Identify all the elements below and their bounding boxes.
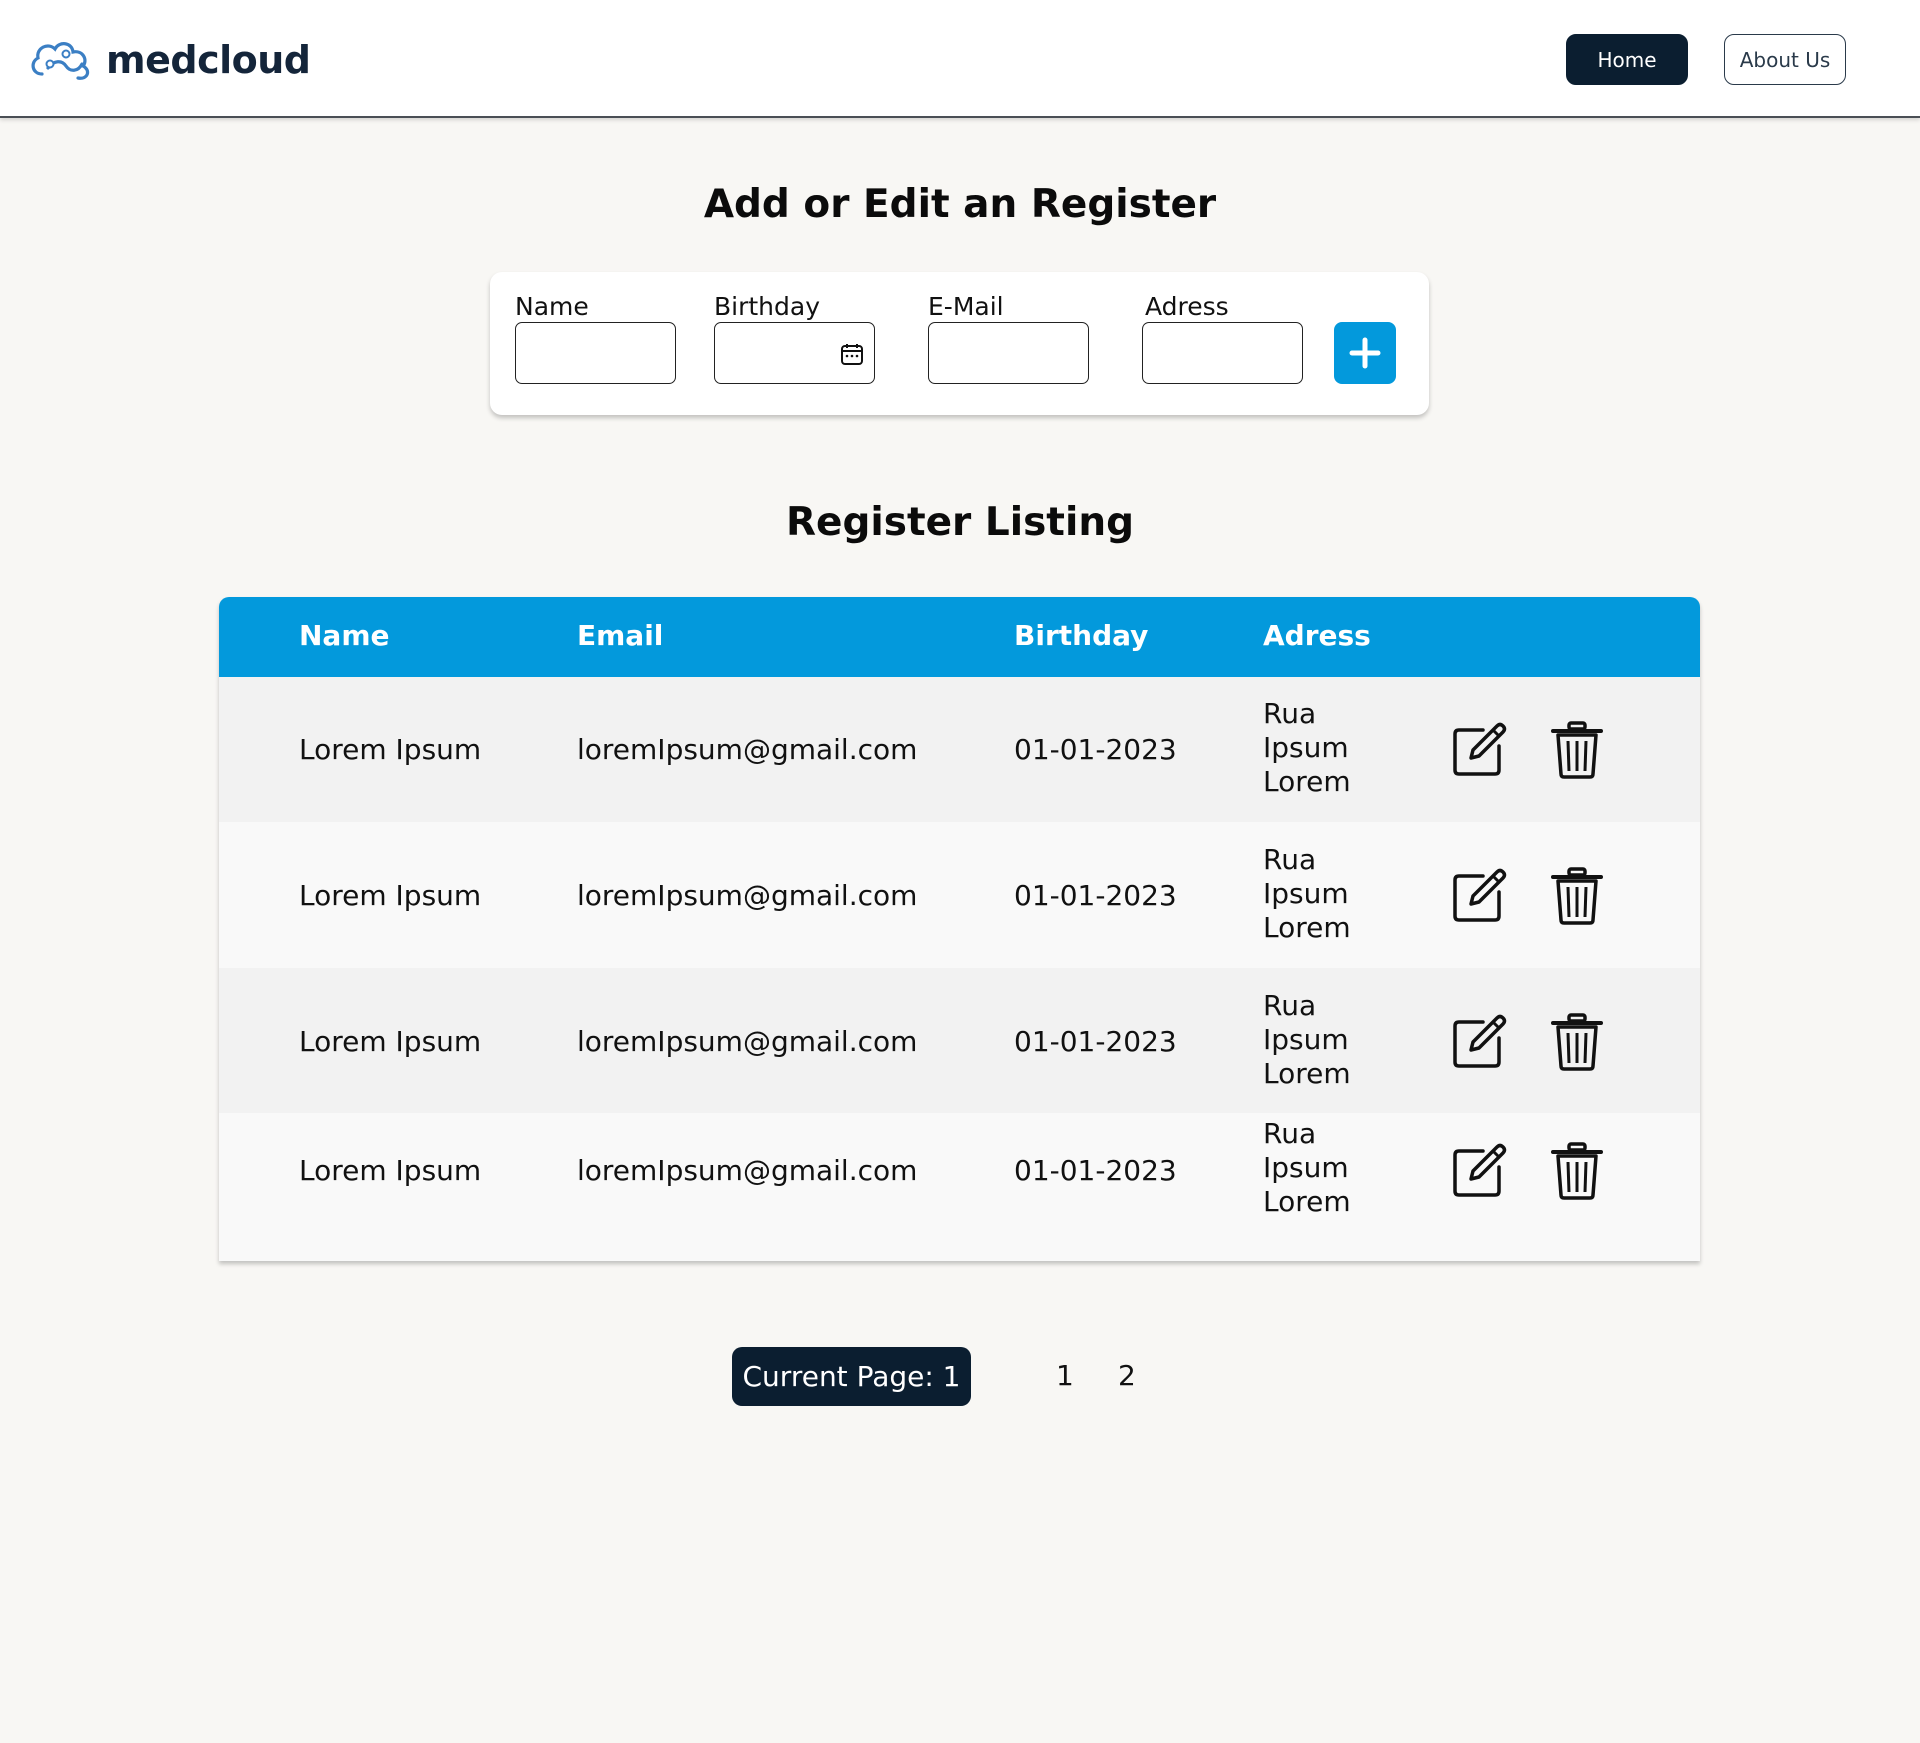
delete-button[interactable]: [1547, 866, 1607, 926]
address-line: Lorem: [1263, 1185, 1351, 1218]
row-birthday: 01-01-2023: [1014, 879, 1177, 912]
trash-icon: [1551, 1142, 1603, 1200]
row-email: loremIpsum@gmail.com: [577, 879, 918, 912]
row-name: Lorem Ipsum: [299, 1025, 482, 1058]
row-name: Lorem Ipsum: [299, 879, 482, 912]
logo-text: medcloud: [106, 38, 311, 82]
row-email: loremIpsum@gmail.com: [577, 1154, 918, 1187]
edit-button[interactable]: [1449, 1012, 1509, 1072]
column-header-email: Email: [577, 619, 664, 652]
address-line: Rua: [1263, 843, 1317, 876]
page-link-2[interactable]: 2: [1118, 1359, 1136, 1392]
register-form: Name Birthday E-Mail Adress: [490, 272, 1429, 415]
edit-button[interactable]: [1449, 866, 1509, 926]
about-us-button[interactable]: About Us: [1724, 34, 1846, 85]
birthday-label: Birthday: [714, 292, 821, 321]
address-line: Ipsum: [1263, 877, 1349, 910]
listing-title: Register Listing: [785, 500, 1134, 545]
address-line: Rua: [1263, 697, 1317, 730]
edit-icon: [1453, 722, 1507, 776]
row-address: Rua Ipsum Lorem: [1263, 989, 1351, 1091]
delete-button[interactable]: [1547, 720, 1607, 780]
birthday-input[interactable]: [714, 322, 875, 384]
row-address: Rua Ipsum Lorem: [1263, 697, 1351, 799]
top-header: medcloud Home About Us: [0, 0, 1920, 118]
address-input[interactable]: [1142, 322, 1303, 384]
address-line: Rua: [1263, 989, 1317, 1022]
address-line: Lorem: [1263, 911, 1351, 944]
address-line: Ipsum: [1263, 1151, 1349, 1184]
calendar-icon[interactable]: [840, 342, 864, 366]
cloud-logo-icon: [31, 42, 90, 80]
trash-icon: [1551, 1013, 1603, 1071]
table-row: Lorem Ipsum loremIpsum@gmail.com 01-01-2…: [219, 677, 1700, 822]
name-label: Name: [515, 292, 589, 321]
delete-button[interactable]: [1547, 1012, 1607, 1072]
edit-button[interactable]: [1449, 1141, 1509, 1201]
row-address: Rua Ipsum Lorem: [1263, 1117, 1351, 1219]
trash-icon: [1551, 721, 1603, 779]
delete-button[interactable]: [1547, 1141, 1607, 1201]
row-address: Rua Ipsum Lorem: [1263, 843, 1351, 945]
row-birthday: 01-01-2023: [1014, 1154, 1177, 1187]
row-email: loremIpsum@gmail.com: [577, 733, 918, 766]
form-title: Add or Edit an Register: [703, 182, 1217, 227]
current-page-indicator: Current Page: 1: [732, 1347, 971, 1406]
address-line: Rua: [1263, 1117, 1317, 1150]
row-name: Lorem Ipsum: [299, 733, 482, 766]
column-header-birthday: Birthday: [1014, 619, 1149, 652]
address-label: Adress: [1145, 292, 1229, 321]
name-input[interactable]: [515, 322, 676, 384]
edit-icon: [1453, 868, 1507, 922]
table-row: Lorem Ipsum loremIpsum@gmail.com 01-01-2…: [219, 822, 1700, 968]
logo[interactable]: medcloud: [28, 34, 311, 86]
column-header-address: Adress: [1263, 619, 1371, 652]
email-input[interactable]: [928, 322, 1089, 384]
plus-icon: [1349, 337, 1381, 369]
address-line: Lorem: [1263, 765, 1351, 798]
add-register-button[interactable]: [1334, 322, 1396, 384]
edit-icon: [1453, 1143, 1507, 1197]
address-line: Lorem: [1263, 1057, 1351, 1090]
row-email: loremIpsum@gmail.com: [577, 1025, 918, 1058]
trash-icon: [1551, 867, 1603, 925]
home-button[interactable]: Home: [1566, 34, 1688, 85]
table-row: Lorem Ipsum loremIpsum@gmail.com 01-01-2…: [219, 968, 1700, 1113]
address-line: Ipsum: [1263, 731, 1349, 764]
table-header: Name Email Birthday Adress: [219, 597, 1700, 677]
column-header-name: Name: [299, 619, 390, 652]
row-name: Lorem Ipsum: [299, 1154, 482, 1187]
row-birthday: 01-01-2023: [1014, 1025, 1177, 1058]
edit-button[interactable]: [1449, 720, 1509, 780]
page-link-1[interactable]: 1: [1056, 1359, 1074, 1392]
register-table: Name Email Birthday Adress Lorem Ipsum l…: [219, 597, 1700, 1261]
edit-icon: [1453, 1014, 1507, 1068]
address-line: Ipsum: [1263, 1023, 1349, 1056]
row-birthday: 01-01-2023: [1014, 733, 1177, 766]
email-label: E-Mail: [928, 292, 1004, 321]
table-row: Lorem Ipsum loremIpsum@gmail.com 01-01-2…: [219, 1113, 1700, 1261]
